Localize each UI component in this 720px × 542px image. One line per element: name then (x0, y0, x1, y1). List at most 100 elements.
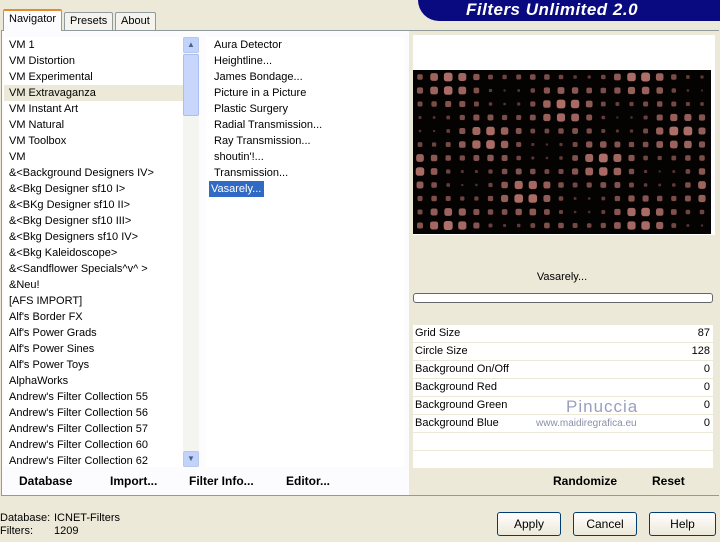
category-item[interactable]: AlphaWorks (4, 373, 183, 389)
param-label: Background Blue (415, 417, 499, 429)
category-item[interactable]: &Neu! (4, 277, 183, 293)
category-item[interactable]: Andrew's Filter Collection 62 (4, 453, 183, 467)
preview-dot (503, 102, 506, 106)
filter-item[interactable]: Radial Transmission... (206, 119, 322, 131)
category-item[interactable]: &<Bkg Designer sf10 III> (4, 213, 183, 229)
category-item[interactable]: &<Bkg Designer sf10 I> (4, 181, 183, 197)
preview-dot (446, 115, 451, 120)
tab-presets[interactable]: Presets (64, 12, 114, 30)
preview-dot (685, 101, 690, 107)
preview-dot (488, 74, 493, 80)
category-item[interactable]: Andrew's Filter Collection 55 (4, 389, 183, 405)
category-item[interactable]: Andrew's Filter Collection 56 (4, 405, 183, 421)
param-slider[interactable]: Circle Size 128 (413, 343, 713, 360)
category-item[interactable]: Alf's Power Toys (4, 357, 183, 373)
preview-dot (558, 128, 564, 134)
preview-dot (430, 86, 438, 95)
filter-info-button[interactable]: Filter Info... (189, 474, 254, 488)
preview-dot (416, 154, 424, 162)
database-button[interactable]: Database (19, 474, 72, 488)
param-slider[interactable]: Background On/Off 0 (413, 361, 713, 378)
preview-dot (501, 155, 508, 161)
preview-dot (529, 114, 536, 121)
help-button[interactable]: Help (649, 512, 716, 536)
preview-dot (543, 113, 551, 122)
filter-item[interactable]: Plastic Surgery (206, 103, 288, 115)
randomize-button[interactable]: Randomize (553, 474, 617, 488)
preview-dot (544, 222, 550, 229)
preview-dot (445, 100, 452, 108)
category-item[interactable]: &<BKg Designer sf10 II> (4, 197, 183, 213)
scroll-down-icon[interactable]: ▼ (183, 451, 199, 467)
category-item[interactable]: &<Sandflower Specials^v^ > (4, 261, 183, 277)
preview-dot (641, 207, 650, 217)
preview-dot (502, 74, 507, 80)
category-item[interactable]: VM Natural (4, 117, 183, 133)
category-item[interactable]: VM Extravaganza (4, 85, 183, 101)
preview-dot (473, 155, 480, 161)
category-scrollbar[interactable]: ▲ ▼ (183, 37, 199, 467)
scroll-up-icon[interactable]: ▲ (183, 37, 199, 53)
preview-dot (501, 181, 508, 189)
category-item[interactable]: [AFS IMPORT] (4, 293, 183, 309)
preview-dot (531, 156, 535, 160)
preview-dot (571, 87, 579, 94)
category-item[interactable]: Alf's Power Sines (4, 341, 183, 357)
category-item[interactable]: VM Experimental (4, 69, 183, 85)
filter-item[interactable]: Ray Transmission... (206, 135, 311, 147)
filter-item[interactable]: Heightline... (206, 55, 272, 67)
reset-button[interactable]: Reset (652, 474, 685, 488)
category-item[interactable]: &<Background Designers IV> (4, 165, 183, 181)
preview-dot (432, 116, 436, 119)
preview-dot (516, 141, 522, 148)
apply-button[interactable]: Apply (497, 512, 561, 536)
preview-dot (503, 89, 506, 92)
param-label: Background Green (415, 399, 508, 411)
preview-dot (685, 182, 691, 188)
status-database-value: ICNET-Filters (54, 512, 120, 524)
category-item[interactable]: VM Toolbox (4, 133, 183, 149)
cancel-button[interactable]: Cancel (573, 512, 637, 536)
category-item[interactable]: Alf's Power Grads (4, 325, 183, 341)
scroll-thumb[interactable] (183, 54, 199, 116)
preview-dot (698, 141, 706, 148)
category-item[interactable]: VM 1 (4, 37, 183, 53)
filter-item[interactable]: Transmission... (206, 167, 288, 179)
preview-dot (586, 87, 593, 94)
category-item[interactable]: VM (4, 149, 183, 165)
preview-dot (544, 209, 550, 215)
status-filters-value: 1209 (54, 525, 79, 537)
preview-dot (528, 194, 538, 203)
category-list[interactable]: VM 1 VM Distortion VM Experimental VM Extra… (4, 37, 183, 467)
filter-item[interactable]: James Bondage... (206, 71, 303, 83)
param-slider[interactable]: Background Green 0 (413, 397, 713, 414)
preview-dot (570, 99, 580, 109)
category-item[interactable]: VM Instant Art (4, 101, 183, 117)
preview-dot (629, 182, 634, 188)
category-item[interactable]: Andrew's Filter Collection 60 (4, 437, 183, 453)
category-item[interactable]: VM Distortion (4, 53, 183, 69)
preview-dot (487, 209, 494, 215)
preview-dot (572, 128, 578, 134)
filter-item[interactable]: Aura Detector (206, 39, 282, 51)
category-item[interactable]: &<Bkg Kaleidoscope> (4, 245, 183, 261)
param-slider[interactable]: Background Red 0 (413, 379, 713, 396)
preview-dot (431, 101, 437, 107)
filter-list[interactable]: Aura Detector Heightline... James Bondage.… (206, 37, 404, 467)
param-slider[interactable]: Grid Size 87 (413, 325, 713, 342)
category-item[interactable]: Alf's Border FX (4, 309, 183, 325)
editor-button[interactable]: Editor... (286, 474, 330, 488)
preview-dot (458, 86, 467, 95)
tab-about[interactable]: About (115, 12, 156, 30)
preview-dot (486, 140, 495, 149)
filter-item[interactable]: shoutin'!... (206, 151, 264, 163)
filter-item[interactable]: Picture in a Picture (206, 87, 306, 99)
preview-dot (430, 73, 438, 81)
category-item[interactable]: &<Bkg Designers sf10 IV> (4, 229, 183, 245)
tab-navigator[interactable]: Navigator (3, 9, 63, 31)
filter-item[interactable]: Vasarely... (209, 181, 265, 197)
import-button[interactable]: Import... (110, 474, 157, 488)
category-item[interactable]: Andrew's Filter Collection 57 (4, 421, 183, 437)
preview-dot (672, 170, 676, 173)
preview-dot (559, 142, 563, 147)
